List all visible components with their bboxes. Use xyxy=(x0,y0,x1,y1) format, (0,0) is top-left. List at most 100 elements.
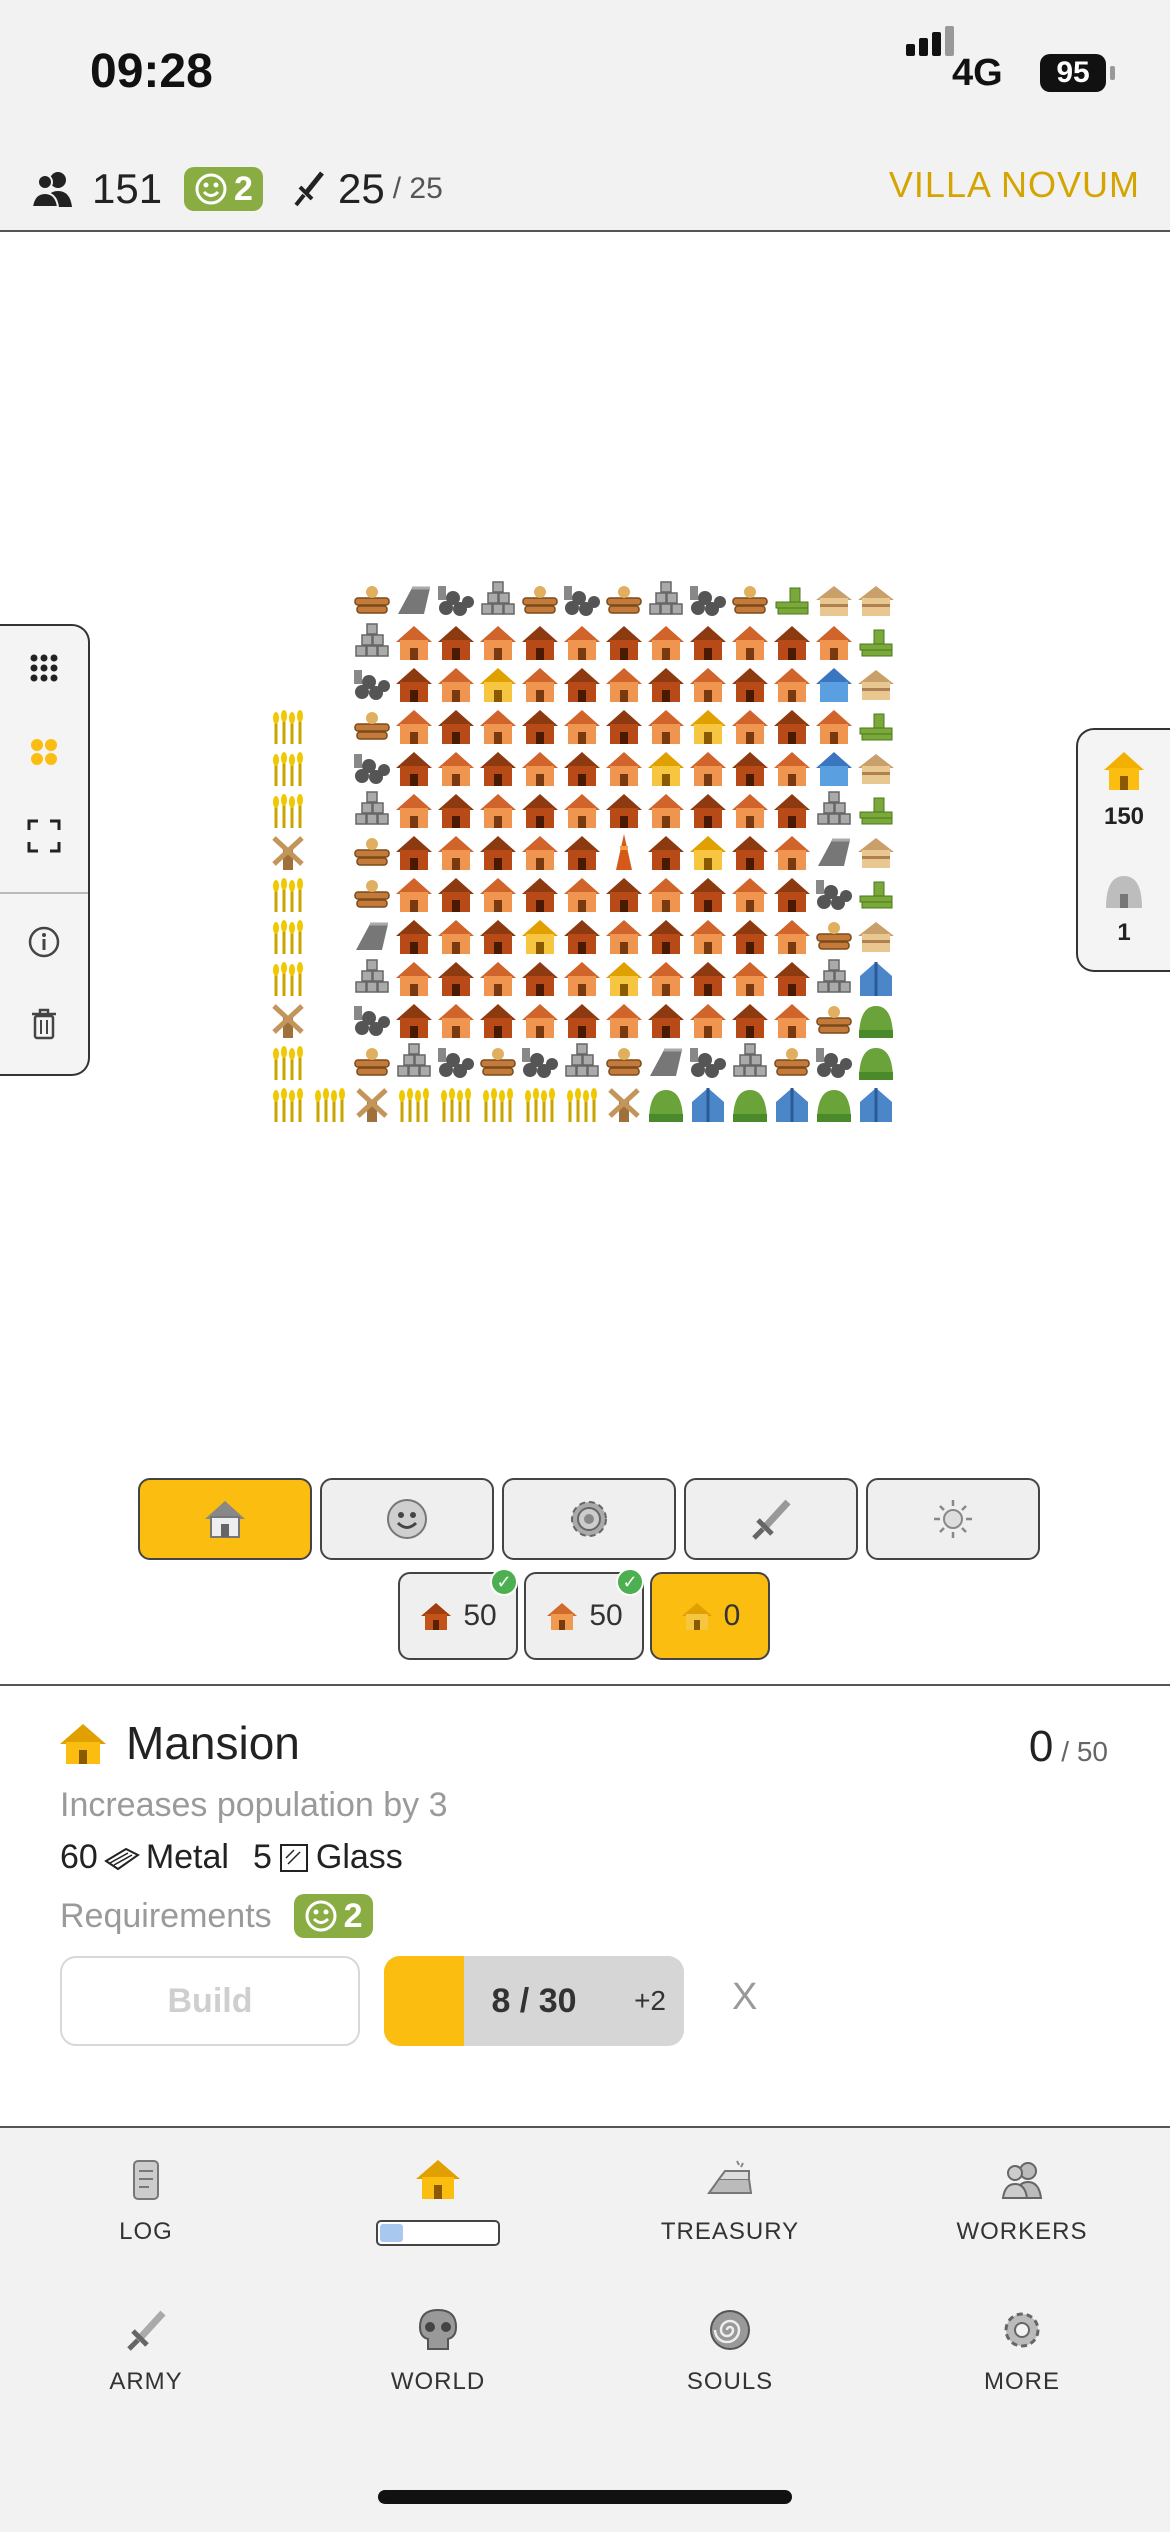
map-tile-wheat[interactable] xyxy=(520,1084,560,1124)
map-tile-green[interactable] xyxy=(814,1084,854,1124)
map-tile-wheat[interactable] xyxy=(268,1084,308,1124)
map-tile-coal[interactable] xyxy=(352,1000,392,1040)
map-tile-hutA[interactable] xyxy=(562,748,602,788)
nav-treasury[interactable]: TREASURY xyxy=(584,2150,876,2246)
map-tile-hutB[interactable] xyxy=(562,874,602,914)
map-tile-hutB[interactable] xyxy=(772,664,812,704)
tab-housing[interactable] xyxy=(138,1478,312,1560)
subtab-mansion[interactable]: 0 xyxy=(650,1572,770,1660)
map-tile-hutB[interactable] xyxy=(730,790,770,830)
map-tile-stone[interactable] xyxy=(814,790,854,830)
map-tile-hutA[interactable] xyxy=(478,748,518,788)
map-tile-coal[interactable] xyxy=(814,874,854,914)
map-tile-hutA[interactable] xyxy=(646,664,686,704)
map-tile-hutB[interactable] xyxy=(562,622,602,662)
map-tile-green[interactable] xyxy=(730,1084,770,1124)
map-tile-hutA[interactable] xyxy=(688,874,728,914)
map-tile-wheat[interactable] xyxy=(394,1084,434,1124)
map-tile-hutB[interactable] xyxy=(688,1000,728,1040)
map-tile-hutB[interactable] xyxy=(562,706,602,746)
map-tile-hutA[interactable] xyxy=(520,874,560,914)
map-tile-hutB[interactable] xyxy=(730,622,770,662)
map-tile-hutB[interactable] xyxy=(562,958,602,998)
map-tile-hutA[interactable] xyxy=(520,706,560,746)
map-tile-tower[interactable] xyxy=(604,832,644,872)
map-tile-wheat[interactable] xyxy=(268,790,308,830)
map-tile-hutB[interactable] xyxy=(646,790,686,830)
tab-happiness[interactable] xyxy=(320,1478,494,1560)
map-tile-hutB[interactable] xyxy=(520,748,560,788)
map-tile-stone[interactable] xyxy=(730,1042,770,1082)
map-tile-stone[interactable] xyxy=(478,580,518,620)
map-tile-wood[interactable] xyxy=(352,706,392,746)
map-tile-hutB[interactable] xyxy=(604,748,644,788)
map-tile-hutB[interactable] xyxy=(814,706,854,746)
map-tile-stone[interactable] xyxy=(562,1042,602,1082)
map-tile-books[interactable] xyxy=(772,580,812,620)
map-tile-hutA[interactable] xyxy=(520,622,560,662)
tab-special[interactable] xyxy=(866,1478,1040,1560)
grid-large-button[interactable] xyxy=(0,722,88,782)
map-tile-books[interactable] xyxy=(856,622,896,662)
map-tile-hutB[interactable] xyxy=(772,748,812,788)
map-tile-hutA[interactable] xyxy=(772,622,812,662)
map-tile-shed[interactable] xyxy=(856,664,896,704)
map-tile-hutA[interactable] xyxy=(730,664,770,704)
map-tile-hutA[interactable] xyxy=(688,622,728,662)
map-tile-hutA[interactable] xyxy=(646,1000,686,1040)
map-tile-coal[interactable] xyxy=(436,580,476,620)
map-tile-coal[interactable] xyxy=(688,1042,728,1082)
map-tile-hutB[interactable] xyxy=(478,706,518,746)
map-tile-hutA[interactable] xyxy=(730,832,770,872)
map-tile-mill[interactable] xyxy=(604,1084,644,1124)
map-tile-hutA[interactable] xyxy=(604,622,644,662)
map-tile-hutB[interactable] xyxy=(436,748,476,788)
map-tile-bluehouse[interactable] xyxy=(814,748,854,788)
mansion-counter[interactable]: 150 xyxy=(1078,748,1170,831)
happiness-stat[interactable]: 2 xyxy=(184,162,263,216)
map-tile-shed[interactable] xyxy=(856,580,896,620)
map-tile-metal[interactable] xyxy=(394,580,434,620)
map-tile-metal[interactable] xyxy=(646,1042,686,1082)
map-tile-blue[interactable] xyxy=(856,1084,896,1124)
nav-workers[interactable]: WORKERS xyxy=(876,2150,1168,2246)
map-tile-stone[interactable] xyxy=(352,790,392,830)
map-tile-hutB[interactable] xyxy=(394,874,434,914)
info-button[interactable] xyxy=(0,912,88,972)
map-tile-hutB[interactable] xyxy=(394,622,434,662)
map-tile-wood[interactable] xyxy=(814,1000,854,1040)
map-tile-metal[interactable] xyxy=(814,832,854,872)
map-tile-hutA[interactable] xyxy=(436,790,476,830)
nav-build[interactable] xyxy=(292,2150,584,2246)
city-name[interactable]: VILLA NOVUM xyxy=(889,164,1140,206)
map-tile-hutB[interactable] xyxy=(730,874,770,914)
map-tile-hutA[interactable] xyxy=(730,1000,770,1040)
map-tile-wood[interactable] xyxy=(352,874,392,914)
map-tile-hutB[interactable] xyxy=(814,622,854,662)
map-tile-mansion[interactable] xyxy=(646,748,686,788)
map-tile-hutA[interactable] xyxy=(436,706,476,746)
map-tile-wood[interactable] xyxy=(730,580,770,620)
map-tile-stone[interactable] xyxy=(352,958,392,998)
map-tile-hutB[interactable] xyxy=(520,664,560,704)
map-tile-hutA[interactable] xyxy=(478,1000,518,1040)
map-tile-wood[interactable] xyxy=(604,1042,644,1082)
map-tile-hutB[interactable] xyxy=(394,958,434,998)
map-tile-hutA[interactable] xyxy=(520,958,560,998)
map-tile-hutB[interactable] xyxy=(772,916,812,956)
map-tile-mansion[interactable] xyxy=(604,958,644,998)
map-tile-hutB[interactable] xyxy=(604,1000,644,1040)
map-tile-hutA[interactable] xyxy=(604,790,644,830)
fullscreen-button[interactable] xyxy=(0,806,88,866)
nav-log[interactable]: LOG xyxy=(0,2150,292,2246)
map-tile-green[interactable] xyxy=(646,1084,686,1124)
map-tile-hutB[interactable] xyxy=(688,916,728,956)
map-tile-shed[interactable] xyxy=(814,580,854,620)
map-tile-wood[interactable] xyxy=(520,580,560,620)
map-tile-green[interactable] xyxy=(856,1000,896,1040)
tab-production[interactable] xyxy=(502,1478,676,1560)
map-tile-hutA[interactable] xyxy=(394,832,434,872)
subtab-house[interactable]: 50 ✓ xyxy=(524,1568,644,1660)
map-tile-hutB[interactable] xyxy=(688,748,728,788)
map-tile-hutA[interactable] xyxy=(478,916,518,956)
